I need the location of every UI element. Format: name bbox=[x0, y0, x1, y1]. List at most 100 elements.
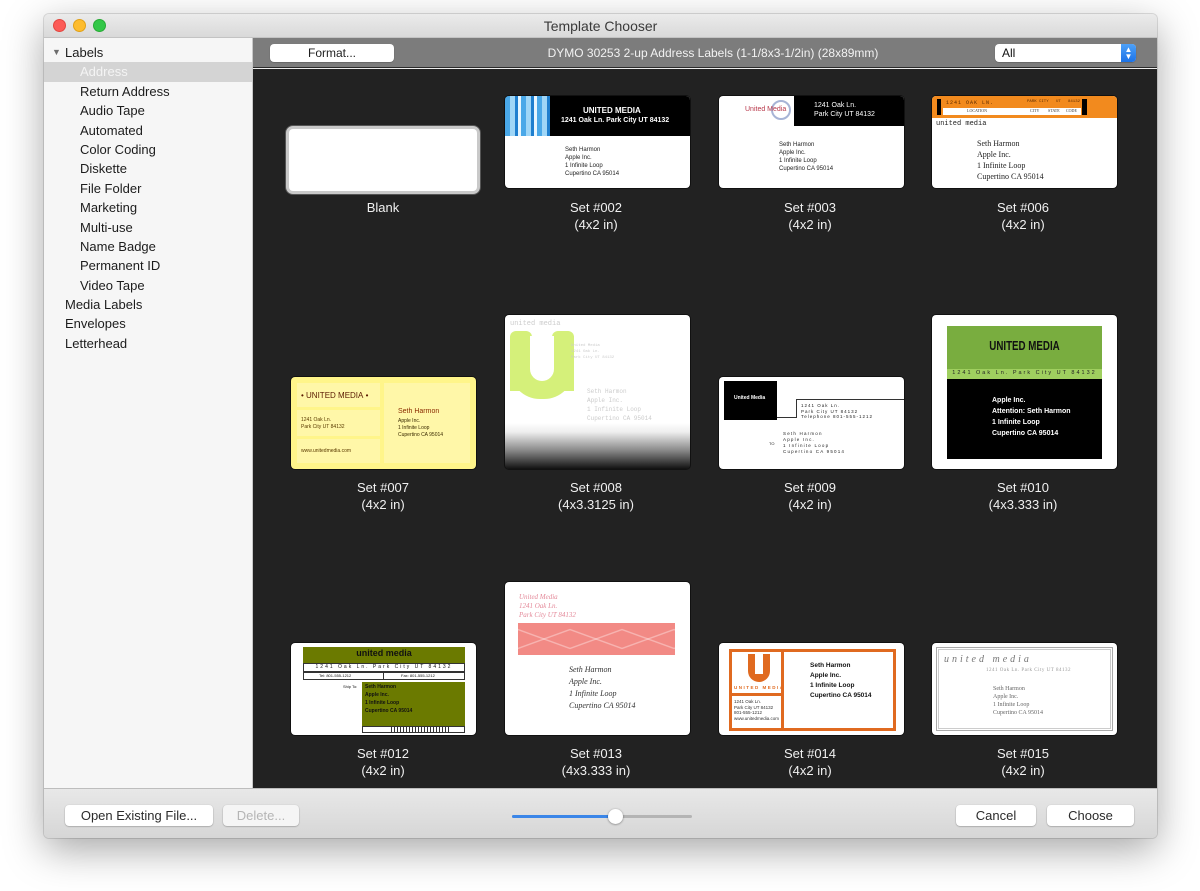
sidebar-item-label: Automated bbox=[80, 122, 143, 138]
sample-addr2: Cupertino CA 95014 bbox=[993, 710, 1044, 716]
sidebar-item-address[interactable]: Address bbox=[44, 62, 252, 82]
title-bar[interactable]: Template Chooser bbox=[44, 14, 1157, 38]
sample-org: Apple Inc. bbox=[569, 677, 602, 686]
template-name: Set #006 bbox=[996, 200, 1050, 215]
template-thumbnail[interactable]: United Media 1241 Oak Ln. Park City UT 8… bbox=[719, 96, 904, 188]
template-thumbnail[interactable] bbox=[289, 129, 477, 191]
sidebar-group-labels[interactable]: ▼ Labels bbox=[44, 43, 252, 62]
sample-state-label: STATE bbox=[1048, 108, 1060, 113]
sidebar-item-label: Diskette bbox=[80, 161, 127, 177]
sample-org: Apple Inc. bbox=[779, 150, 806, 156]
sidebar-item-letterhead[interactable]: Letterhead bbox=[44, 334, 252, 353]
sidebar-item-name-badge[interactable]: Name Badge bbox=[44, 237, 252, 256]
template-thumbnail[interactable]: • UNITED MEDIA • 1241 Oak Ln. Park City … bbox=[291, 377, 476, 469]
template-thumbnail[interactable]: United Media 1241 Oak Ln. Park City UT 8… bbox=[505, 582, 690, 735]
sample-recipient: Seth Harmon bbox=[587, 388, 627, 395]
slider-fill bbox=[512, 815, 615, 818]
sidebar-item-video-tape[interactable]: Video Tape bbox=[44, 276, 252, 295]
sample-org: Apple Inc. bbox=[587, 397, 624, 404]
sample-code-label: CODE bbox=[1066, 108, 1077, 113]
sidebar-item-audio-tape[interactable]: Audio Tape bbox=[44, 101, 252, 120]
template-size: (4x3.3125 in) bbox=[558, 497, 634, 512]
sample-org: Apple Inc. bbox=[993, 694, 1019, 700]
template-thumbnail[interactable]: 1241 OAK LN. PARK CITY UT 84132 LOCATION… bbox=[932, 96, 1117, 188]
template-thumbnail[interactable]: United Media 1241 Oak Ln. Park City UT 8… bbox=[719, 377, 904, 469]
sample-addr1: 1 Infinite Loop bbox=[977, 161, 1026, 170]
sidebar-item-marketing[interactable]: Marketing bbox=[44, 198, 252, 217]
sample-company: united media bbox=[356, 648, 412, 658]
choose-button[interactable]: Choose bbox=[1047, 805, 1134, 826]
disclosure-triangle-icon[interactable]: ▼ bbox=[52, 43, 61, 62]
sample-state: UT bbox=[1056, 100, 1061, 104]
template-thumbnail[interactable]: UNITED MEDIA 1241 Oak Ln. Park City UT 8… bbox=[719, 643, 904, 735]
template-thumbnail[interactable]: united media United Media 1241 Oak Ln. P… bbox=[505, 315, 690, 469]
close-window-button[interactable] bbox=[53, 19, 66, 32]
template-size: (4x2 in) bbox=[788, 217, 832, 232]
template-size: (4x3.333 in) bbox=[988, 497, 1058, 512]
sample-addr2: Cupertino CA 95014 bbox=[977, 172, 1044, 181]
thumbnail-size-slider[interactable] bbox=[512, 809, 692, 824]
sidebar-item-label: Envelopes bbox=[65, 316, 126, 332]
sample-street: 1241 Oak Ln. bbox=[301, 417, 332, 423]
sidebar-item-permanent-id[interactable]: Permanent ID bbox=[44, 256, 252, 275]
sidebar-item-file-folder[interactable]: File Folder bbox=[44, 179, 252, 198]
sample-company: United Media bbox=[734, 395, 766, 401]
sample-addr1: 1 Infinite Loop bbox=[810, 682, 855, 689]
sidebar-item-label: Letterhead bbox=[65, 335, 128, 351]
sidebar-item-automated[interactable]: Automated bbox=[44, 121, 252, 140]
sample-addr1: 1 Infinite Loop bbox=[992, 419, 1040, 426]
sidebar-item-label: Marketing bbox=[80, 200, 138, 216]
zoom-window-button[interactable] bbox=[93, 19, 106, 32]
template-chooser-window: Template Chooser ▼ Labels Address Return… bbox=[44, 14, 1157, 838]
sample-addr1: 1 Infinite Loop bbox=[365, 700, 400, 706]
cancel-button[interactable]: Cancel bbox=[956, 805, 1036, 826]
sample-ship-to: Ship To: bbox=[343, 684, 358, 689]
sidebar-item-label: Address bbox=[80, 64, 128, 80]
sample-recipient: Seth Harmon bbox=[569, 665, 612, 674]
sample-address: 1241 Oak Ln. Park City UT 84132 bbox=[561, 117, 670, 124]
sidebar-item-multi-use[interactable]: Multi-use bbox=[44, 218, 252, 237]
sample-addr1: 1 Infinite Loop bbox=[993, 702, 1030, 708]
sample-addr2: Cupertino CA 95014 bbox=[810, 692, 872, 699]
sample-recipient: Seth Harmon bbox=[365, 684, 397, 690]
sample-fax: Fax: 801-555-1212 bbox=[401, 673, 435, 678]
sidebar-item-color-coding[interactable]: Color Coding bbox=[44, 140, 252, 159]
filter-select[interactable]: All ▲ ▼ bbox=[995, 44, 1136, 62]
template-thumbnail[interactable]: united media 1241 Oak Ln. Park City UT 8… bbox=[932, 643, 1117, 735]
sample-city-code: PARK CITY bbox=[1027, 100, 1049, 104]
minimize-window-button[interactable] bbox=[73, 19, 86, 32]
template-grid: Blank UNITED MEDIA 1241 Oak Ln. Park Cit… bbox=[253, 69, 1157, 788]
sample-addr1: 1 Infinite Loop bbox=[569, 689, 617, 698]
sample-company: united media bbox=[944, 654, 1032, 665]
sample-addr2: Cupertino CA 95014 bbox=[365, 708, 413, 714]
template-size: (4x2 in) bbox=[1001, 217, 1045, 232]
format-button[interactable]: Format... bbox=[270, 44, 394, 62]
sample-addr1: 1 Infinite Loop bbox=[587, 406, 642, 413]
barcode-icon bbox=[391, 727, 451, 732]
template-thumbnail[interactable]: UNITED MEDIA 1241 Oak Ln. Park City UT 8… bbox=[505, 96, 690, 188]
sample-telephone: Telephone 801-555-1212 bbox=[801, 414, 874, 419]
sample-city: Park City UT 84132 bbox=[301, 424, 345, 430]
sidebar-item-label: Name Badge bbox=[80, 238, 156, 254]
sidebar-item-diskette[interactable]: Diskette bbox=[44, 159, 252, 178]
sidebar-item-media-labels[interactable]: Media Labels bbox=[44, 295, 252, 314]
sample-addr2: Cupertino CA 95014 bbox=[992, 430, 1059, 437]
slider-knob[interactable] bbox=[608, 809, 623, 824]
delete-button[interactable]: Delete... bbox=[223, 805, 299, 826]
sample-org: Apple Inc. bbox=[565, 155, 592, 161]
sample-company: UNITED MEDIA bbox=[583, 106, 641, 115]
sidebar-item-label: Color Coding bbox=[80, 141, 156, 157]
sample-org: Apple Inc. bbox=[992, 397, 1026, 404]
bottom-bar: Open Existing File... Delete... Cancel C… bbox=[44, 788, 1157, 838]
window-title: Template Chooser bbox=[543, 18, 658, 34]
sample-addr1: 1 Infinite Loop bbox=[779, 158, 817, 164]
open-existing-file-button[interactable]: Open Existing File... bbox=[65, 805, 213, 826]
template-thumbnail[interactable]: united media 1241 Oak Ln. Park City UT 8… bbox=[291, 643, 476, 735]
template-size: (4x2 in) bbox=[361, 497, 405, 512]
sample-city: Park City UT 84132 bbox=[571, 356, 615, 360]
sidebar-item-return-address[interactable]: Return Address bbox=[44, 82, 252, 101]
sample-company: UNITED MEDIA bbox=[734, 685, 785, 690]
template-thumbnail[interactable]: UNITED MEDIA 1241 Oak Ln. Park City UT 8… bbox=[932, 315, 1117, 469]
sample-city: Park City UT 84132 bbox=[814, 111, 875, 118]
sidebar-item-envelopes[interactable]: Envelopes bbox=[44, 314, 252, 333]
